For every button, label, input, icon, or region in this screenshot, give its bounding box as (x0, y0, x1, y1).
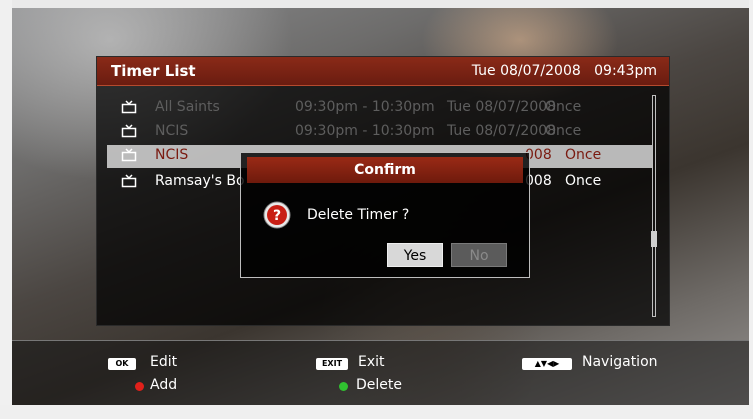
scrollbar-thumb[interactable] (651, 231, 657, 247)
help-bar: OK Edit Add EXIT Exit Delete ▲▼◀▶ Naviga… (12, 340, 749, 406)
timer-repeat: Once (565, 147, 602, 163)
ok-key-icon: OK (108, 358, 136, 370)
tv-icon (121, 124, 137, 138)
timer-repeat: Once (545, 99, 582, 115)
timer-name: Ramsay's Bo (155, 173, 245, 189)
timer-repeat: Once (565, 173, 602, 189)
timer-repeat: Once (545, 123, 582, 139)
tv-icon (121, 148, 137, 162)
navigation-arrows-icon: ▲▼◀▶ (522, 358, 572, 370)
no-button[interactable]: No (451, 243, 507, 267)
timer-name: NCIS (155, 123, 189, 139)
scrollbar[interactable] (651, 95, 657, 317)
timer-time: 09:30pm - 10:30pm (295, 99, 435, 115)
exit-key-icon: EXIT (316, 358, 348, 370)
screen-border-left (0, 0, 12, 419)
confirm-message: Delete Timer ? (307, 207, 410, 223)
confirm-header: Confirm (247, 157, 523, 183)
add-hint: Add (150, 377, 178, 393)
red-button-icon (135, 382, 144, 391)
timer-date: Tue 08/07/2008 (447, 99, 557, 115)
timer-name: All Saints (155, 99, 220, 115)
exit-hint: Exit (358, 354, 385, 370)
timer-name: NCIS (155, 147, 189, 163)
timer-row[interactable]: NCIS 09:30pm - 10:30pm Tue 08/07/2008 On… (107, 121, 652, 144)
screen-border-top (0, 0, 753, 8)
screen-border-bottom (0, 405, 753, 419)
navigation-hint: Navigation (582, 354, 658, 370)
question-glyph: ? (273, 208, 281, 224)
question-icon: ? (263, 201, 291, 229)
green-button-icon (339, 382, 348, 391)
timer-date: Tue 08/07/2008 (447, 123, 557, 139)
current-datetime: Tue 08/07/2008 09:43pm (471, 63, 657, 79)
yes-button[interactable]: Yes (387, 243, 443, 267)
timer-row[interactable]: All Saints 09:30pm - 10:30pm Tue 08/07/2… (107, 97, 652, 120)
confirm-dialog: Confirm ? Delete Timer ? Yes No (240, 152, 530, 278)
tv-icon (121, 174, 137, 188)
timer-list-header: Timer List Tue 08/07/2008 09:43pm (97, 57, 669, 86)
timer-time: 09:30pm - 10:30pm (295, 123, 435, 139)
confirm-title: Confirm (354, 162, 416, 178)
tv-icon (121, 100, 137, 114)
screen-border-right (749, 0, 753, 419)
delete-hint: Delete (356, 377, 402, 393)
timer-list-title: Timer List (111, 62, 196, 80)
edit-hint: Edit (150, 354, 178, 370)
